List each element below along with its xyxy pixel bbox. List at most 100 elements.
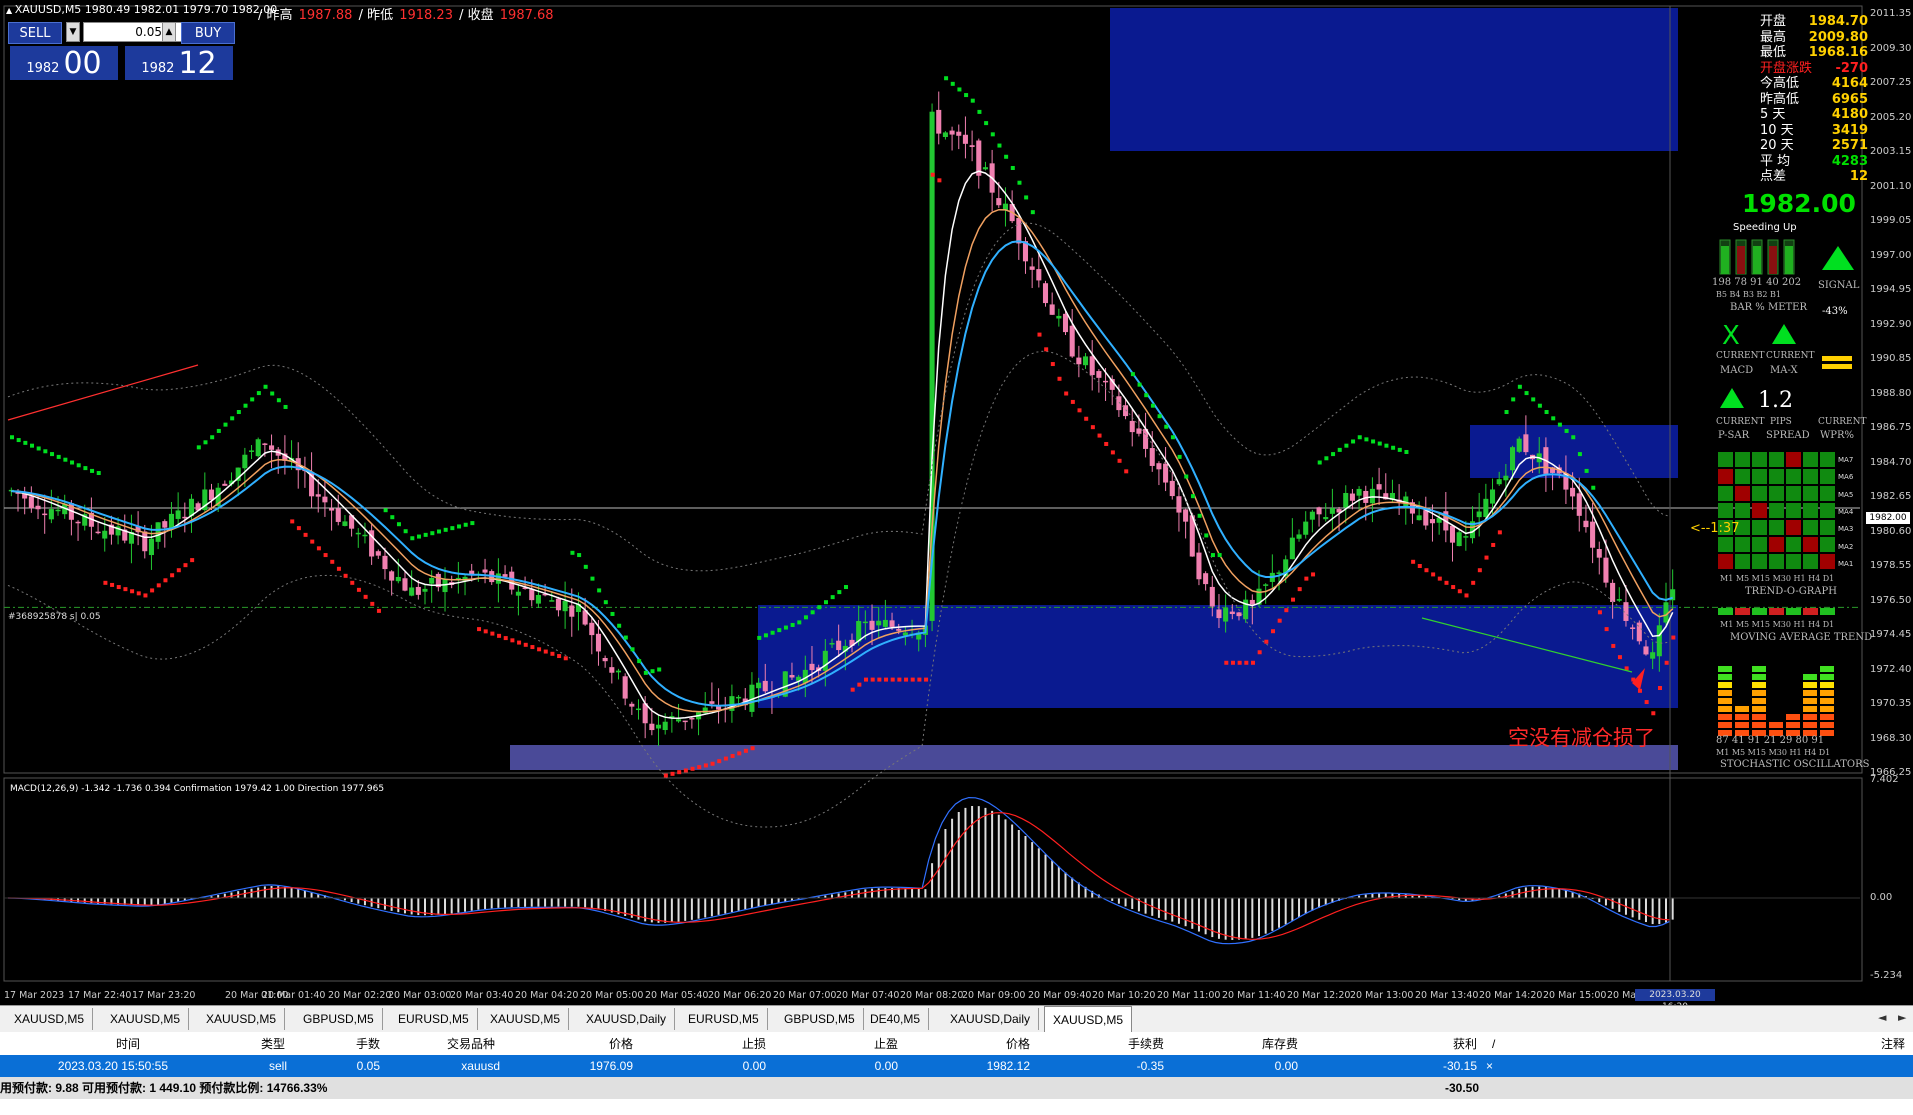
- candle-body: [969, 145, 975, 147]
- column-header[interactable]: 手数: [356, 1034, 380, 1054]
- time-tick: 17 Mar 2023: [4, 990, 65, 1001]
- lot-increase-button[interactable]: ▲: [162, 22, 176, 42]
- price-tick: 2009.30: [1870, 42, 1912, 54]
- sar-dot: [1090, 425, 1095, 430]
- sar-dot: [1651, 711, 1656, 716]
- candle-body: [95, 531, 101, 534]
- sar-dot: [543, 649, 548, 654]
- stochastic-label: STOCHASTIC OSCILLATORS: [1720, 759, 1870, 770]
- trend-cell: [1735, 554, 1750, 569]
- sar-dot: [90, 468, 95, 473]
- sar-dot: [1117, 458, 1122, 463]
- tab-chart[interactable]: GBPUSD,M5: [295, 1008, 383, 1030]
- sar-dot: [276, 398, 281, 403]
- column-header[interactable]: 价格: [1006, 1034, 1030, 1054]
- pips-label: PIPS: [1770, 417, 1792, 427]
- sar-dot: [283, 404, 288, 409]
- table-cell-tp: 0.00: [874, 1059, 898, 1073]
- trend-cell: [1786, 520, 1801, 535]
- candle-body: [996, 198, 1002, 206]
- price-tick: 1968.30: [1870, 732, 1912, 744]
- sar-dot: [1417, 564, 1422, 568]
- sar-dot: [1671, 635, 1676, 640]
- ma-trend-cell: [1820, 608, 1835, 615]
- tab-chart[interactable]: EURUSD,M5: [680, 1008, 768, 1030]
- stoch-bar-segment: [1752, 690, 1766, 696]
- tab-chart[interactable]: XAUUSD,M5: [102, 1008, 190, 1030]
- price-chart-svg[interactable]: X: [0, 0, 1913, 1000]
- sar-dot: [110, 582, 115, 587]
- buy-button[interactable]: BUY: [181, 22, 235, 44]
- candle-body: [702, 707, 708, 714]
- lot-decrease-button[interactable]: ▼: [66, 22, 80, 42]
- candle-body: [1329, 508, 1335, 514]
- candle-body: [1203, 573, 1209, 585]
- bar-values: 198 78 91 40 202: [1712, 277, 1802, 288]
- column-header[interactable]: /: [1492, 1034, 1495, 1054]
- sar-dot: [1551, 416, 1556, 421]
- tab-chart[interactable]: XAUUSD,M5: [1044, 1006, 1133, 1032]
- account-summary: 用预付款: 9.88 可用预付款: 1 449.10 预付款比例: 14766.…: [0, 1081, 328, 1095]
- tab-scroll-left-icon[interactable]: ◄: [1878, 1011, 1886, 1024]
- column-header[interactable]: 价格: [609, 1034, 633, 1054]
- tab-chart[interactable]: XAUUSD,Daily: [578, 1008, 676, 1030]
- column-header[interactable]: 类型: [261, 1034, 285, 1054]
- trend-cell: [1820, 486, 1835, 501]
- sar-dot: [1264, 639, 1269, 644]
- tab-chart[interactable]: EURUSD,M5: [390, 1008, 478, 1030]
- sar-dot: [256, 391, 261, 396]
- column-header[interactable]: 止损: [742, 1034, 766, 1054]
- candle-body: [1263, 584, 1269, 586]
- candle-body: [102, 530, 108, 539]
- buy-price-box[interactable]: 1982 12: [125, 46, 233, 80]
- sar-dot: [550, 651, 555, 656]
- tab-chart[interactable]: XAUUSD,M5: [198, 1008, 286, 1030]
- tab-chart[interactable]: XAUUSD,Daily: [942, 1008, 1040, 1030]
- info-row: 今高低 4164: [1760, 76, 1868, 92]
- tab-chart[interactable]: GBPUSD,M5: [776, 1008, 864, 1030]
- sar-dot: [450, 526, 455, 531]
- trend-cell: [1820, 469, 1835, 484]
- sar-dot: [1064, 391, 1069, 396]
- tab-chart[interactable]: DE40,M5: [862, 1008, 930, 1030]
- bar-meter-fill: [1737, 246, 1745, 274]
- trend-cell: [1786, 452, 1801, 467]
- column-header[interactable]: 库存费: [1262, 1034, 1298, 1054]
- tab-chart[interactable]: XAUUSD,M5: [482, 1008, 570, 1030]
- sar-dot: [1030, 210, 1035, 215]
- price-tick: 1978.55: [1870, 560, 1912, 571]
- column-header[interactable]: 获利: [1453, 1034, 1477, 1054]
- order-label[interactable]: #368925878 s| 0.05: [8, 612, 101, 622]
- column-header[interactable]: 时间: [116, 1034, 140, 1054]
- trend-cell: [1752, 520, 1767, 535]
- sar-dot: [263, 384, 268, 389]
- sar-dot: [957, 87, 962, 92]
- column-header[interactable]: 注释: [1881, 1034, 1905, 1054]
- column-header[interactable]: 交易品种: [447, 1034, 495, 1054]
- candle-body: [569, 605, 575, 617]
- chart-area[interactable]: X ▲ XAUUSD,M5 1980.49 1982.01 1979.70 19…: [0, 0, 1913, 1012]
- ma-row-label: MA3: [1838, 525, 1854, 534]
- tab-chart[interactable]: XAUUSD,M5: [6, 1008, 94, 1030]
- macd-tick: -5.234: [1870, 970, 1903, 981]
- info-label: 最低: [1760, 45, 1787, 60]
- stoch-bar-segment: [1803, 682, 1817, 688]
- column-header[interactable]: 手续费: [1128, 1034, 1164, 1054]
- trend-cell: [1752, 469, 1767, 484]
- close-position-icon[interactable]: ×: [1486, 1055, 1493, 1077]
- trend-cell: [1769, 469, 1784, 484]
- sell-button[interactable]: SELL: [8, 22, 62, 44]
- candle-body: [662, 721, 668, 731]
- sar-dot: [877, 677, 882, 682]
- sar-dot: [1024, 195, 1029, 200]
- column-header[interactable]: 止盈: [874, 1034, 898, 1054]
- ma-trend-cell: [1769, 608, 1784, 615]
- candle-body: [148, 538, 154, 556]
- sar-dot: [770, 630, 775, 635]
- sar-dot: [1004, 154, 1009, 159]
- sell-price-box[interactable]: 1982 00: [10, 46, 118, 80]
- candle-body: [1630, 627, 1636, 629]
- tab-scroll-right-icon[interactable]: ►: [1898, 1011, 1906, 1024]
- sar-dot: [904, 677, 909, 682]
- sar-dot: [517, 640, 522, 645]
